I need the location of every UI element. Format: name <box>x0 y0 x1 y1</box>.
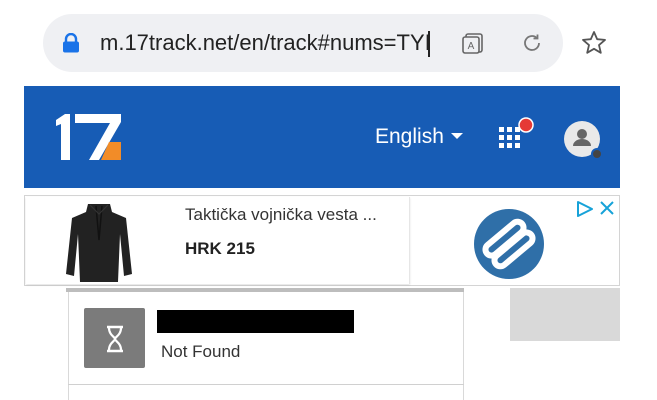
hourglass-icon <box>107 325 123 353</box>
svg-text:A: A <box>468 41 475 52</box>
card-top-border <box>66 288 464 292</box>
side-panel-bar <box>510 288 620 341</box>
ad-product-title[interactable]: Taktička vojnička vesta ... <box>185 205 377 225</box>
bookmark-star-icon[interactable] <box>580 29 608 57</box>
apps-grid-icon[interactable] <box>497 117 537 153</box>
close-ad-icon[interactable] <box>599 200 615 216</box>
language-selector[interactable]: English <box>375 123 444 151</box>
divider <box>68 384 464 385</box>
lock-icon <box>63 33 79 53</box>
redacted-tracking-number <box>157 310 354 333</box>
chevron-down-icon[interactable] <box>451 133 463 139</box>
adchoices-icon[interactable] <box>576 201 594 217</box>
reload-icon[interactable] <box>520 31 544 55</box>
ad-product-price: HRK 215 <box>185 239 255 258</box>
advertiser-logo[interactable] <box>472 207 546 281</box>
jacket-product-image[interactable] <box>60 200 138 284</box>
text-cursor <box>428 31 430 57</box>
user-avatar-icon[interactable] <box>559 116 607 164</box>
url-text[interactable]: m.17track.net/en/track#nums=TYI <box>100 26 430 60</box>
tracking-status: Not Found <box>161 342 241 361</box>
reader-mode-icon[interactable]: A <box>461 31 485 55</box>
17track-logo[interactable] <box>53 112 123 162</box>
